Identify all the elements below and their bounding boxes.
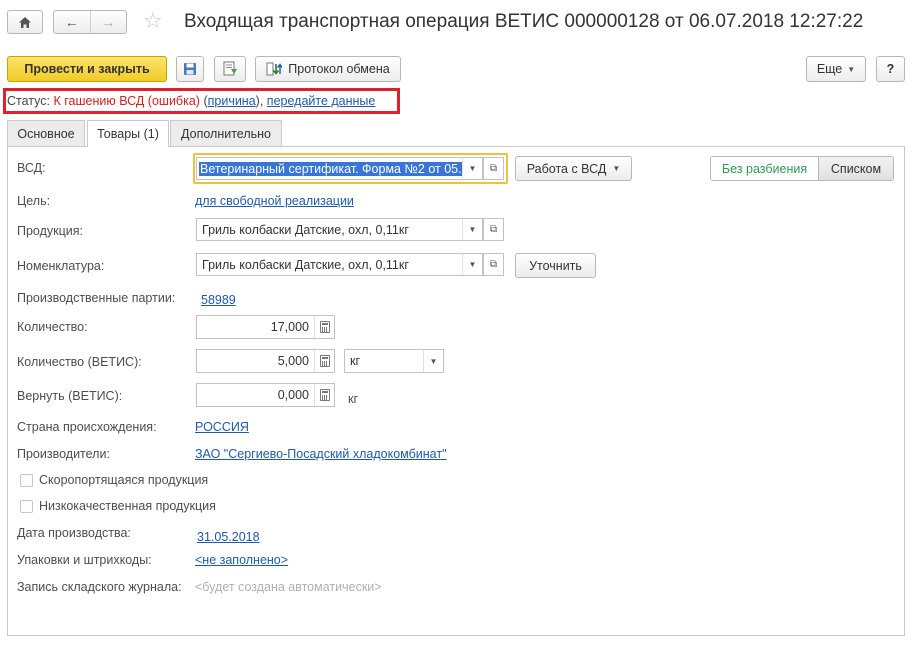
nomenclature-value: Гриль колбаски Датские, охл, 0,11кг [202, 257, 409, 272]
product-dropdown-icon[interactable]: ▼ [462, 219, 482, 240]
help-button[interactable]: ? [876, 56, 905, 82]
paren-close: ), [255, 94, 264, 108]
producers-link[interactable]: ЗАО "Сергиево-Посадский хладокомбинат" [195, 447, 447, 461]
forward-button[interactable]: → [91, 11, 127, 33]
status-label: Статус: [7, 94, 50, 108]
send-data-link[interactable]: передайте данные [267, 94, 376, 108]
exchange-protocol-button[interactable]: Протокол обмена [255, 56, 401, 82]
list-mode-button[interactable]: Списком [819, 157, 893, 180]
calculator-icon[interactable] [314, 384, 334, 406]
tab-additional[interactable]: Дополнительно [170, 120, 282, 146]
back-button[interactable]: ← [54, 11, 91, 33]
document-arrow-icon [223, 61, 237, 76]
low-quality-checkbox[interactable] [20, 500, 33, 513]
quantity-label: Количество: [17, 320, 88, 334]
nomenclature-open-button[interactable]: ⧉ [483, 253, 504, 276]
vsd-work-label: Работа с ВСД [526, 161, 607, 176]
status-value: К гашению ВСД (ошибка) [53, 94, 200, 108]
unit-select[interactable]: кг ▼ [344, 349, 444, 373]
return-input[interactable]: 0,000 [196, 383, 335, 407]
save-icon [184, 63, 196, 75]
product-label: Продукция: [17, 224, 84, 238]
unit-value: кг [350, 354, 361, 368]
nomenclature-dropdown-icon[interactable]: ▼ [462, 254, 482, 275]
save-button[interactable] [176, 56, 204, 82]
post-and-close-button[interactable]: Провести и закрыть [7, 56, 167, 82]
more-menu-button[interactable]: Еще ▼ [806, 56, 866, 82]
prod-date-link[interactable]: 31.05.2018 [197, 530, 260, 544]
window-title: Входящая транспортная операция ВЕТИС 000… [184, 11, 864, 32]
perishable-checkbox[interactable] [20, 474, 33, 487]
unit-dropdown-icon[interactable]: ▼ [423, 350, 443, 372]
prod-date-label: Дата производства: [17, 526, 131, 540]
purpose-link[interactable]: для свободной реализации [195, 194, 354, 208]
product-open-button[interactable]: ⧉ [483, 218, 504, 241]
return-unit: кг [348, 392, 359, 406]
vsd-open-button[interactable]: ⧉ [483, 157, 504, 180]
perishable-label: Скоропортящаяся продукция [39, 473, 209, 487]
quantity-vetis-input[interactable]: 5,000 [196, 349, 335, 373]
packaging-label: Упаковки и штрихкоды: [17, 553, 152, 567]
tab-goods[interactable]: Товары (1) [87, 120, 169, 147]
favorite-star-icon[interactable]: ☆ [143, 8, 163, 34]
home-icon [19, 16, 31, 28]
packaging-link[interactable]: <не заполнено> [195, 553, 288, 567]
quantity-vetis-value: 5,000 [277, 354, 309, 368]
arrow-left-icon: ← [64, 14, 79, 30]
refine-button[interactable]: Уточнить [515, 253, 596, 278]
return-value: 0,000 [277, 388, 309, 402]
vsd-value: Ветеринарный сертификат. Форма №2 от 05. [199, 161, 462, 176]
country-link[interactable]: РОССИЯ [195, 420, 249, 434]
product-value: Гриль колбаски Датские, охл, 0,11кг [202, 222, 409, 237]
vsd-work-button[interactable]: Работа с ВСД ▼ [515, 156, 632, 181]
producers-label: Производители: [17, 447, 110, 461]
product-select[interactable]: Гриль колбаски Датские, охл, 0,11кг ▼ [196, 218, 483, 241]
purpose-label: Цель: [17, 194, 51, 208]
batches-label: Производственные партии: [17, 291, 176, 305]
nomenclature-select[interactable]: Гриль колбаски Датские, охл, 0,11кг ▼ [196, 253, 483, 276]
chevron-down-icon: ▼ [847, 64, 856, 74]
exchange-protocol-label: Протокол обмена [288, 62, 390, 76]
nomenclature-label: Номенклатура: [17, 259, 105, 273]
country-label: Страна происхождения: [17, 420, 157, 434]
vsd-label: ВСД: [17, 161, 46, 175]
quantity-value: 17,000 [270, 320, 309, 334]
calculator-icon[interactable] [314, 350, 334, 372]
quantity-vetis-label: Количество (ВЕТИС): [17, 355, 142, 369]
vsd-select[interactable]: Ветеринарный сертификат. Форма №2 от 05.… [196, 157, 483, 180]
home-button[interactable] [7, 10, 43, 34]
exchange-protocol-icon [266, 62, 283, 76]
no-split-button[interactable]: Без разбиения [711, 157, 819, 180]
arrow-right-icon: → [101, 14, 116, 30]
journal-label: Запись складского журнала: [17, 580, 182, 594]
status-line: Статус: К гашению ВСД (ошибка) (причина)… [7, 94, 375, 108]
more-label: Еще [816, 62, 843, 76]
low-quality-label: Низкокачественная продукция [39, 499, 216, 513]
open-window-icon: ⧉ [489, 259, 498, 270]
vsd-dropdown-icon[interactable]: ▼ [462, 158, 482, 179]
reason-link[interactable]: причина [208, 94, 256, 108]
batches-link[interactable]: 58989 [201, 293, 236, 307]
view-mode-switch: Без разбиения Списком [710, 156, 894, 181]
return-label: Вернуть (ВЕТИС): [17, 389, 123, 403]
nav-group: ← → [53, 10, 127, 34]
print-documents-button[interactable] [214, 56, 246, 82]
calculator-icon[interactable] [314, 316, 334, 338]
open-window-icon: ⧉ [489, 224, 498, 235]
journal-value: <будет создана автоматически> [195, 580, 382, 594]
quantity-input[interactable]: 17,000 [196, 315, 335, 339]
chevron-down-icon: ▼ [612, 164, 621, 173]
open-window-icon: ⧉ [489, 163, 498, 174]
tab-main[interactable]: Основное [7, 120, 85, 146]
